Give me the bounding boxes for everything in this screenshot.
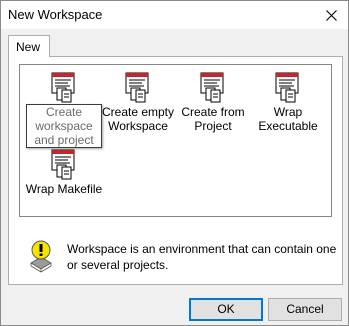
cancel-button[interactable]: Cancel [268, 298, 342, 321]
title-bar[interactable]: New Workspace [1, 1, 348, 29]
project-document-icon [51, 149, 75, 180]
ok-button[interactable]: OK [189, 298, 263, 321]
window-title: New Workspace [8, 7, 103, 22]
tab-new[interactable]: New [8, 35, 50, 57]
item-wrap-makefile[interactable]: Wrap Makefile [23, 148, 105, 196]
item-create-from-project[interactable]: Create from Project [172, 71, 254, 133]
close-button[interactable] [314, 1, 348, 29]
project-document-icon [125, 72, 149, 103]
project-document-icon [200, 72, 224, 103]
item-label: Wrap Executable [258, 105, 318, 133]
item-label: Create workspace and project [26, 104, 102, 148]
new-workspace-dialog: New Workspace New Create workspace and p… [0, 0, 349, 326]
project-document-icon [275, 72, 299, 103]
info-text: Workspace is an environment that can con… [67, 242, 337, 272]
close-icon [325, 9, 337, 21]
tab-new-label: New [16, 40, 41, 54]
item-wrap-executable[interactable]: Wrap Executable [247, 71, 329, 133]
item-create-empty-workspace[interactable]: Create empty Workspace [97, 71, 179, 133]
item-create-workspace-and-project[interactable]: Create workspace and project [23, 71, 105, 148]
item-label: Create empty Workspace [101, 105, 175, 133]
project-document-icon [51, 72, 75, 103]
item-label: Wrap Makefile [25, 182, 103, 196]
lightbulb-info-icon [30, 240, 52, 273]
item-label: Create from Project [181, 105, 245, 133]
